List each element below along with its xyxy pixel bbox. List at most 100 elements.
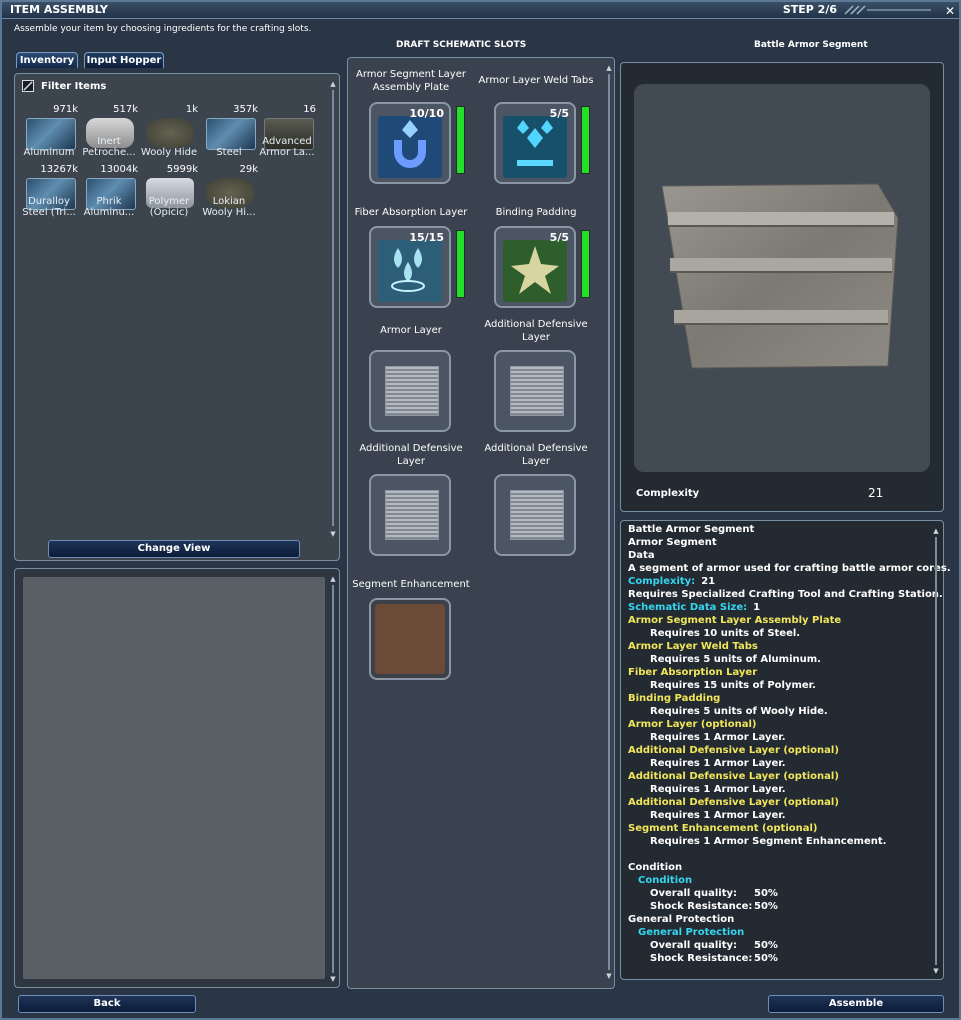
inventory-item-count: 13004k	[100, 164, 138, 175]
close-icon[interactable]: ✕	[943, 4, 957, 18]
step-progress-icon	[844, 5, 931, 15]
filter-checkbox[interactable]	[22, 80, 34, 92]
assemble-button[interactable]: Assemble	[768, 995, 944, 1013]
info-line: A segment of armor used for crafting bat…	[628, 563, 951, 574]
inventory-item-count: 13267k	[40, 164, 78, 175]
empty-slot-icon	[510, 490, 564, 540]
info-stat: Shock Resistance: 50%	[650, 901, 778, 912]
info-line: Requires Specialized Crafting Tool and C…	[628, 589, 943, 600]
detail-scrollbar[interactable]: ▲ ▼	[329, 575, 337, 983]
item-detail-panel	[14, 568, 340, 988]
crafting-slot[interactable]	[369, 598, 451, 680]
inventory-item-name[interactable]: Advanced Armor La...	[256, 136, 318, 158]
scroll-down-icon[interactable]: ▼	[329, 975, 337, 983]
slot-fill-bar	[581, 230, 590, 298]
scroll-down-icon[interactable]: ▼	[329, 530, 337, 538]
schematic-scrollbar[interactable]: ▲ ▼	[605, 64, 613, 980]
info-line: Armor Segment	[628, 537, 717, 548]
schematic-header: DRAFT SCHEMATIC SLOTS	[396, 40, 527, 50]
crafting-slot[interactable]	[494, 350, 576, 432]
inventory-item-name[interactable]: Wooly Hide	[138, 136, 200, 158]
info-stat-label: Overall quality:	[650, 888, 737, 899]
scroll-track[interactable]	[935, 537, 937, 965]
scroll-track[interactable]	[332, 585, 334, 973]
info-stat-label: Shock Resistance:	[650, 953, 753, 964]
scroll-down-icon[interactable]: ▼	[932, 967, 940, 975]
info-requirement: Requires 1 Armor Segment Enhancement.	[650, 836, 887, 847]
crafting-slot[interactable]: 10/10	[369, 102, 451, 184]
inventory-item-count: 971k	[53, 104, 78, 115]
scroll-up-icon[interactable]: ▲	[932, 527, 940, 535]
back-button[interactable]: Back	[18, 995, 196, 1013]
crafting-slot[interactable]	[369, 474, 451, 556]
slot-label: Fiber Absorption Layer	[354, 207, 468, 218]
info-stat-value: 50%	[754, 940, 778, 951]
crafting-slot[interactable]: 5/5	[494, 102, 576, 184]
inventory-item-name[interactable]: Inert Petroche...	[78, 136, 140, 158]
scroll-track[interactable]	[332, 90, 334, 526]
info-field-label: Schematic Data Size:	[628, 602, 748, 613]
slot-fill-level	[457, 107, 464, 173]
change-view-button[interactable]: Change View	[48, 540, 300, 558]
slot-fill-bar	[456, 230, 465, 298]
info-stat-label: Overall quality:	[650, 940, 737, 951]
crafting-slot[interactable]	[369, 350, 451, 432]
inventory-item-name[interactable]: Lokian Wooly Hi...	[198, 196, 260, 218]
inventory-item-count: 16	[303, 104, 316, 115]
info-requirement: Requires 1 Armor Layer.	[650, 758, 786, 769]
info-line: Data	[628, 550, 655, 561]
info-stat-label: Shock Resistance:	[650, 901, 753, 912]
inventory-scrollbar[interactable]: ▲ ▼	[329, 80, 337, 538]
crafting-slot[interactable]: 5/5	[494, 226, 576, 308]
info-subheading: General Protection	[638, 927, 745, 938]
info-slot-heading: Additional Defensive Layer (optional)	[628, 771, 839, 782]
slot-label: Armor Layer Weld Tabs	[478, 75, 594, 86]
inventory-item-name[interactable]: Phrik Aluminu...	[78, 196, 140, 218]
info-field-value: 1	[753, 602, 761, 613]
crafting-slot[interactable]: 15/15	[369, 226, 451, 308]
info-requirement: Requires 10 units of Steel.	[650, 628, 801, 639]
info-slot-heading: Binding Padding	[628, 693, 721, 704]
tab-input-hopper[interactable]: Input Hopper	[84, 52, 164, 68]
inventory-item-count: 29k	[239, 164, 258, 175]
scroll-track[interactable]	[608, 74, 610, 970]
info-requirement: Requires 1 Armor Layer.	[650, 810, 786, 821]
empty-slot-icon	[385, 366, 439, 416]
inventory-item-name[interactable]: Duralloy Steel (Tri...	[18, 196, 80, 218]
magnet-icon	[378, 116, 442, 178]
slot-fill-bar	[581, 106, 590, 174]
empty-slot-icon	[385, 490, 439, 540]
inventory-item-count: 5999k	[166, 164, 198, 175]
crafting-slot[interactable]	[494, 474, 576, 556]
scroll-down-icon[interactable]: ▼	[605, 972, 613, 980]
title-bar[interactable]: ITEM ASSEMBLY STEP 2/6 ✕	[2, 2, 959, 19]
info-field-label: Complexity:	[628, 576, 696, 587]
info-requirement: Requires 5 units of Aluminum.	[650, 654, 821, 665]
inventory-item-name[interactable]: Aluminum	[18, 136, 80, 158]
item-detail-area	[23, 577, 325, 979]
info-scrollbar[interactable]: ▲ ▼	[932, 527, 940, 975]
weld-tabs-icon	[503, 116, 567, 178]
info-stat: Overall quality: 50%	[650, 888, 778, 899]
info-stat-value: 50%	[754, 888, 778, 899]
inventory-item-count: 357k	[233, 104, 258, 115]
slot-label: Armor Segment Layer Assembly Plate	[356, 69, 466, 93]
scroll-up-icon[interactable]: ▲	[605, 64, 613, 72]
inventory-item-name[interactable]: Steel	[198, 136, 260, 158]
info-slot-heading: Additional Defensive Layer (optional)	[628, 745, 839, 756]
inventory-item-name[interactable]: Polymer (Opicic)	[138, 196, 200, 218]
info-line: General Protection	[628, 914, 735, 925]
tab-inventory[interactable]: Inventory	[16, 52, 78, 68]
slot-count: 5/5	[549, 107, 569, 120]
scroll-up-icon[interactable]: ▲	[329, 80, 337, 88]
info-requirement: Requires 15 units of Polymer.	[650, 680, 816, 691]
slot-fill-bar	[456, 106, 465, 174]
scroll-up-icon[interactable]: ▲	[329, 575, 337, 583]
slot-fill-level	[457, 231, 464, 297]
slot-fill-level	[582, 231, 589, 297]
complexity-label: Complexity	[636, 488, 700, 499]
complexity-value: 21	[868, 486, 884, 500]
info-requirement: Requires 1 Armor Layer.	[650, 784, 786, 795]
info-stat: Shock Resistance: 50%	[650, 953, 778, 964]
inventory-item-count: 517k	[113, 104, 138, 115]
